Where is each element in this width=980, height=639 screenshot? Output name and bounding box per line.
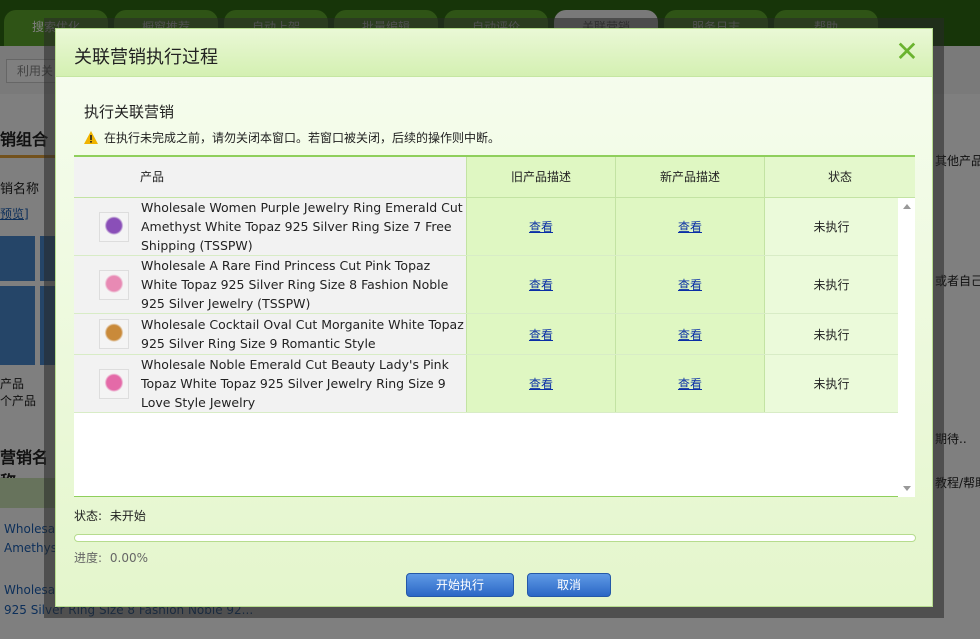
- product-thumbnail: [99, 319, 129, 349]
- new-description-cell: 查看: [615, 198, 764, 255]
- view-old-description-link[interactable]: 查看: [529, 326, 553, 343]
- product-cell: Wholesale Noble Emerald Cut Beauty Lady'…: [74, 355, 466, 412]
- old-description-cell: 查看: [466, 198, 615, 255]
- progress-label: 进度:: [74, 551, 103, 565]
- old-description-cell: 查看: [466, 256, 615, 313]
- new-description-cell: 查看: [615, 355, 764, 412]
- dialog-title: 关联营销执行过程: [74, 47, 218, 68]
- table-row: Wholesale A Rare Find Princess Cut Pink …: [74, 256, 898, 314]
- new-description-cell: 查看: [615, 314, 764, 354]
- product-name: Wholesale Cocktail Oval Cut Morganite Wh…: [141, 317, 464, 351]
- header-product: 产品: [74, 157, 466, 197]
- product-name: Wholesale Noble Emerald Cut Beauty Lady'…: [141, 357, 449, 410]
- product-cell: Wholesale A Rare Find Princess Cut Pink …: [74, 256, 466, 313]
- dialog-header: 关联营销执行过程 ✕: [56, 29, 932, 77]
- old-description-cell: 查看: [466, 314, 615, 354]
- header-status: 状态: [764, 157, 915, 197]
- product-thumbnail: [99, 211, 129, 242]
- status-cell: 未执行: [764, 314, 898, 354]
- products-table: 产品 旧产品描述 新产品描述 状态 Wholesale Women Purple…: [74, 155, 915, 497]
- progress-bar: [74, 534, 916, 542]
- product-name: Wholesale A Rare Find Princess Cut Pink …: [141, 258, 449, 311]
- scroll-down-arrow-icon[interactable]: [903, 486, 911, 491]
- cancel-button[interactable]: 取消: [527, 573, 611, 597]
- table-row: Wholesale Noble Emerald Cut Beauty Lady'…: [74, 355, 898, 413]
- view-old-description-link[interactable]: 查看: [529, 218, 553, 235]
- product-name: Wholesale Women Purple Jewelry Ring Emer…: [141, 200, 463, 253]
- view-old-description-link[interactable]: 查看: [529, 375, 553, 392]
- status-cell: 未执行: [764, 355, 898, 412]
- product-thumbnail: [99, 269, 129, 300]
- start-button[interactable]: 开始执行: [406, 573, 514, 597]
- table-body: Wholesale Women Purple Jewelry Ring Emer…: [74, 198, 898, 497]
- header-old-description: 旧产品描述: [466, 157, 615, 197]
- header-new-description: 新产品描述: [615, 157, 764, 197]
- section-title: 执行关联营销: [84, 103, 175, 121]
- view-new-description-link[interactable]: 查看: [678, 218, 702, 235]
- view-new-description-link[interactable]: 查看: [678, 375, 702, 392]
- product-cell: Wholesale Cocktail Oval Cut Morganite Wh…: [74, 314, 466, 354]
- new-description-cell: 查看: [615, 256, 764, 313]
- table-row: Wholesale Cocktail Oval Cut Morganite Wh…: [74, 314, 898, 355]
- table-header: 产品 旧产品描述 新产品描述 状态: [74, 157, 915, 198]
- close-icon[interactable]: ✕: [894, 38, 920, 66]
- product-thumbnail: [99, 368, 129, 399]
- status-label: 状态:: [74, 509, 103, 523]
- status-line: 状态: 未开始: [74, 507, 146, 524]
- warning-icon: [84, 131, 98, 144]
- status-cell: 未执行: [764, 198, 898, 255]
- old-description-cell: 查看: [466, 355, 615, 412]
- warning-text: 在执行未完成之前，请勿关闭本窗口。若窗口被关闭，后续的操作则中断。: [104, 131, 501, 145]
- marketing-execution-dialog: 关联营销执行过程 ✕ 执行关联营销 在执行未完成之前，请勿关闭本窗口。若窗口被关…: [55, 28, 933, 607]
- progress-value: 0.00%: [109, 551, 148, 565]
- view-new-description-link[interactable]: 查看: [678, 276, 702, 293]
- progress-line: 进度: 0.00%: [74, 549, 148, 566]
- table-scrollbar[interactable]: [898, 198, 915, 497]
- scroll-up-arrow-icon[interactable]: [903, 204, 911, 209]
- table-row: Wholesale Women Purple Jewelry Ring Emer…: [74, 198, 898, 256]
- warning-message: 在执行未完成之前，请勿关闭本窗口。若窗口被关闭，后续的操作则中断。: [84, 129, 500, 146]
- status-cell: 未执行: [764, 256, 898, 313]
- view-old-description-link[interactable]: 查看: [529, 276, 553, 293]
- status-value: 未开始: [109, 509, 146, 523]
- view-new-description-link[interactable]: 查看: [678, 326, 702, 343]
- product-cell: Wholesale Women Purple Jewelry Ring Emer…: [74, 198, 466, 255]
